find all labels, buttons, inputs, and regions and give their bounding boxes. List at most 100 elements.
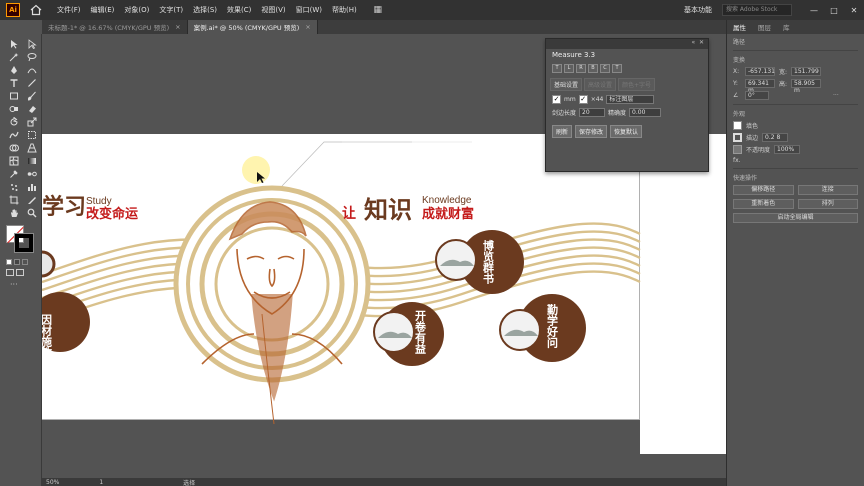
close-window-button[interactable]: ✕	[844, 6, 864, 15]
x-input[interactable]: -657.131	[745, 67, 775, 76]
fill-color-swatch[interactable]	[733, 121, 742, 130]
minimize-button[interactable]: —	[804, 6, 824, 15]
arrange-button[interactable]: 排列	[797, 199, 858, 209]
mm-checkbox[interactable]: ✓	[552, 95, 561, 104]
menu-item[interactable]: 选择(S)	[188, 5, 222, 15]
measure-tab[interactable]: 高级设置	[584, 78, 617, 91]
menu-item[interactable]: 编辑(E)	[86, 5, 120, 15]
tab-properties[interactable]: 属性	[727, 22, 752, 32]
tab-libraries[interactable]: 库	[777, 22, 796, 32]
panel-header[interactable]: « ✕	[546, 39, 708, 49]
angle-input[interactable]: 0°	[745, 91, 769, 100]
draw-mode-icon[interactable]	[6, 269, 14, 276]
menu-item[interactable]: 对象(O)	[119, 5, 154, 15]
length-input[interactable]: 20	[579, 108, 606, 117]
artboard-tool-icon[interactable]	[6, 194, 21, 206]
tab-untitled[interactable]: 未标题-1* @ 16.67% (CMYK/GPU 预览) ×	[42, 20, 188, 34]
shaper-tool-icon[interactable]	[6, 103, 21, 115]
type-tool-icon[interactable]	[6, 77, 21, 89]
pen-tool-icon[interactable]	[6, 64, 21, 76]
fx-button[interactable]: fx.	[733, 157, 741, 164]
measure-position-button[interactable]: L	[564, 64, 574, 73]
join-button[interactable]: 连接	[797, 185, 858, 195]
workspace-switcher[interactable]: 基本功能	[684, 5, 712, 15]
column-graph-icon[interactable]	[24, 181, 39, 193]
shape-builder-icon[interactable]	[6, 142, 21, 154]
close-icon[interactable]: ×	[305, 23, 310, 31]
opacity-label: 不透明度	[746, 147, 771, 154]
artboard-number[interactable]: 1	[99, 479, 103, 486]
lasso-tool-icon[interactable]	[24, 51, 39, 63]
menu-item[interactable]: 帮助(H)	[327, 5, 362, 15]
measure-tab[interactable]: 基础设置	[550, 78, 583, 91]
stroke-swatch[interactable]	[14, 233, 34, 253]
menu-item[interactable]: 文件(F)	[52, 5, 86, 15]
menu-item[interactable]: 效果(C)	[222, 5, 256, 15]
hand-tool-icon[interactable]	[6, 207, 21, 219]
w-input[interactable]: 151.799	[791, 67, 821, 76]
x44-checkbox[interactable]: ✓	[578, 95, 588, 104]
zoom-tool-icon[interactable]	[24, 207, 39, 219]
stroke-weight-input[interactable]: 0.2 8	[762, 133, 789, 142]
measure-position-button[interactable]: T	[612, 64, 622, 73]
rotate-tool-icon[interactable]	[6, 116, 21, 128]
measure-position-button[interactable]: R	[576, 64, 586, 73]
symbol-sprayer-icon[interactable]	[6, 181, 21, 193]
eyedropper-tool-icon[interactable]	[6, 168, 21, 180]
recolor-button[interactable]: 重新着色	[733, 199, 794, 209]
eraser-tool-icon[interactable]	[24, 103, 39, 115]
menu-item[interactable]: 视图(V)	[256, 5, 290, 15]
perspective-grid-icon[interactable]	[24, 142, 39, 154]
start-global-edit-button[interactable]: 启动全局编辑	[733, 213, 858, 223]
tab-case-ai[interactable]: 案例.ai* @ 50% (CMYK/GPU 预览) ×	[187, 20, 318, 34]
measure-position-button[interactable]: T	[552, 64, 562, 73]
magic-wand-icon[interactable]	[6, 51, 21, 63]
selection-tool-icon[interactable]	[6, 38, 21, 50]
measure-position-button[interactable]: C	[600, 64, 610, 73]
menu-item[interactable]: 文字(T)	[154, 5, 188, 15]
stroke-color-swatch[interactable]	[733, 133, 742, 142]
color-mode-icon[interactable]	[6, 259, 12, 265]
zoom-level[interactable]: 50%	[46, 479, 59, 486]
slice-tool-icon[interactable]	[24, 194, 39, 206]
measure-tab[interactable]: 颜色+字号	[618, 78, 656, 91]
screen-mode-icon[interactable]	[16, 269, 24, 276]
curvature-tool-icon[interactable]	[24, 64, 39, 76]
layer-input[interactable]: 标注图层	[606, 95, 655, 104]
scale-tool-icon[interactable]	[24, 116, 39, 128]
status-mode[interactable]: 选择	[183, 478, 195, 486]
h-input[interactable]: 58.905 m	[791, 79, 821, 94]
opacity-input[interactable]: 100%	[774, 145, 801, 154]
workspace-grid-icon[interactable]: ▦	[370, 4, 386, 16]
offset-path-button[interactable]: 偏移路径	[733, 185, 794, 195]
stock-search-input[interactable]: 搜索 Adobe Stock	[722, 4, 792, 16]
more-options-icon[interactable]: ···	[833, 92, 839, 99]
more-tools-icon[interactable]: ···	[10, 280, 41, 289]
direct-selection-tool-icon[interactable]	[24, 38, 39, 50]
measure-action-button[interactable]: 刷新	[552, 125, 573, 138]
fill-label: 填色	[746, 123, 759, 130]
menu-item[interactable]: 窗口(W)	[291, 5, 327, 15]
precision-select[interactable]: 0.00	[629, 108, 662, 117]
free-transform-tool-icon[interactable]	[24, 129, 39, 141]
gradient-tool-icon[interactable]	[24, 155, 39, 167]
close-icon[interactable]: ×	[175, 23, 180, 31]
maximize-button[interactable]: □	[824, 6, 844, 15]
blend-tool-icon[interactable]	[24, 168, 39, 180]
warp-tool-icon[interactable]	[6, 129, 21, 141]
measure-action-button[interactable]: 保存修改	[575, 125, 608, 138]
line-tool-icon[interactable]	[24, 77, 39, 89]
rectangle-tool-icon[interactable]	[6, 90, 21, 102]
y-input[interactable]: 69.341 m	[745, 79, 775, 94]
fill-stroke-swatches[interactable]	[6, 225, 36, 255]
wall-design-artwork[interactable]: 学习 Study 改变命运 让 知识 Knowledge 成就财富 因材施教 开…	[42, 134, 726, 464]
mesh-tool-icon[interactable]	[6, 155, 21, 167]
gradient-mode-icon[interactable]	[14, 259, 20, 265]
tab-layers[interactable]: 图层	[752, 22, 777, 32]
cursor-highlight	[242, 156, 270, 184]
measure-action-button[interactable]: 恢复默认	[610, 125, 643, 138]
none-mode-icon[interactable]	[22, 259, 28, 265]
measure-position-button[interactable]: B	[588, 64, 598, 73]
paintbrush-tool-icon[interactable]	[24, 90, 39, 102]
home-icon[interactable]	[30, 4, 42, 16]
